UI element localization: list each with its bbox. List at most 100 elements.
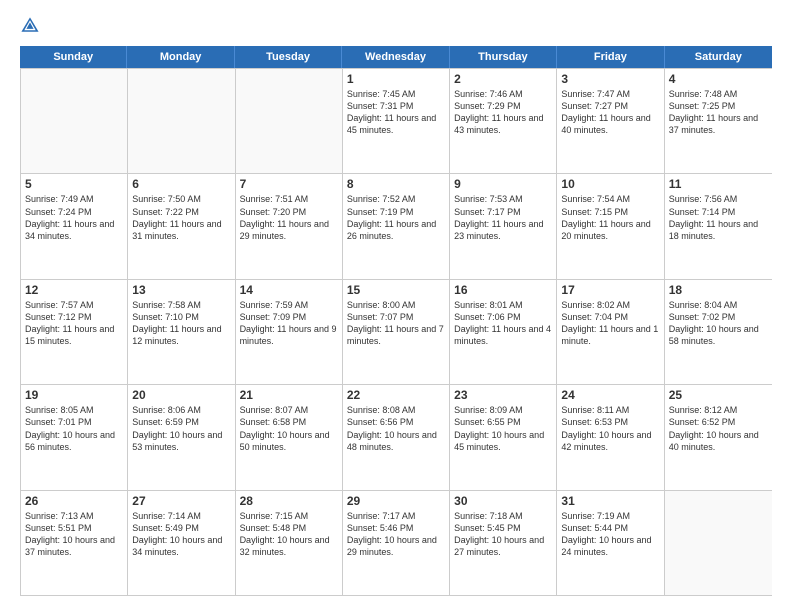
day-info: Sunrise: 8:04 AM Sunset: 7:02 PM Dayligh…	[669, 299, 768, 348]
calendar: SundayMondayTuesdayWednesdayThursdayFrid…	[20, 46, 772, 596]
calendar-header: SundayMondayTuesdayWednesdayThursdayFrid…	[20, 46, 772, 68]
calendar-row: 1Sunrise: 7:45 AM Sunset: 7:31 PM Daylig…	[21, 69, 772, 174]
calendar-cell: 8Sunrise: 7:52 AM Sunset: 7:19 PM Daylig…	[343, 174, 450, 278]
weekday-header: Monday	[127, 46, 234, 68]
day-number: 26	[25, 494, 123, 508]
day-number: 13	[132, 283, 230, 297]
day-number: 6	[132, 177, 230, 191]
day-number: 23	[454, 388, 552, 402]
calendar-cell: 17 Sunrise: 8:02 AM Sunset: 7:04 PM Dayli…	[557, 280, 664, 384]
day-info: Sunrise: 7:53 AM Sunset: 7:17 PM Dayligh…	[454, 193, 552, 242]
calendar-cell: 5 Sunrise: 7:49 AM Sunset: 7:24 PM Daylig…	[21, 174, 128, 278]
day-info: Sunrise: 7:14 AM Sunset: 5:49 PM Dayligh…	[132, 510, 230, 559]
calendar-cell: 31 Sunrise: 7:19 AM Sunset: 5:44 PM Dayli…	[557, 491, 664, 595]
day-number: 8	[347, 177, 445, 191]
calendar-cell: 27 Sunrise: 7:14 AM Sunset: 5:49 PM Dayli…	[128, 491, 235, 595]
day-number: 19	[25, 388, 123, 402]
weekday-header: Wednesday	[342, 46, 449, 68]
day-number: 20	[132, 388, 230, 402]
calendar-cell: 11 Sunrise: 7:56 AM Sunset: 7:14 PM Dayli…	[665, 174, 772, 278]
calendar-row: 5 Sunrise: 7:49 AM Sunset: 7:24 PM Daylig…	[21, 174, 772, 279]
calendar-body: 1Sunrise: 7:45 AM Sunset: 7:31 PM Daylig…	[20, 68, 772, 596]
page: SundayMondayTuesdayWednesdayThursdayFrid…	[0, 0, 792, 612]
day-info: Sunrise: 7:45 AM Sunset: 7:31 PM Dayligh…	[347, 88, 445, 137]
logo-icon	[20, 16, 40, 36]
day-info: Sunrise: 8:05 AM Sunset: 7:01 PM Dayligh…	[25, 404, 123, 453]
day-number: 24	[561, 388, 659, 402]
day-info: Sunrise: 7:17 AM Sunset: 5:46 PM Dayligh…	[347, 510, 445, 559]
day-number: 11	[669, 177, 768, 191]
calendar-cell	[665, 491, 772, 595]
calendar-cell: 29Sunrise: 7:17 AM Sunset: 5:46 PM Dayli…	[343, 491, 450, 595]
day-number: 4	[669, 72, 768, 86]
calendar-cell: 28 Sunrise: 7:15 AM Sunset: 5:48 PM Dayli…	[236, 491, 343, 595]
day-number: 31	[561, 494, 659, 508]
day-info: Sunrise: 7:51 AM Sunset: 7:20 PM Dayligh…	[240, 193, 338, 242]
calendar-cell: 19 Sunrise: 8:05 AM Sunset: 7:01 PM Dayli…	[21, 385, 128, 489]
calendar-cell: 6 Sunrise: 7:50 AM Sunset: 7:22 PM Daylig…	[128, 174, 235, 278]
day-number: 9	[454, 177, 552, 191]
day-info: Sunrise: 8:11 AM Sunset: 6:53 PM Dayligh…	[561, 404, 659, 453]
day-info: Sunrise: 7:50 AM Sunset: 7:22 PM Dayligh…	[132, 193, 230, 242]
day-info: Sunrise: 8:01 AM Sunset: 7:06 PM Dayligh…	[454, 299, 552, 348]
day-number: 7	[240, 177, 338, 191]
weekday-header: Tuesday	[235, 46, 342, 68]
calendar-cell	[21, 69, 128, 173]
calendar-cell: 18 Sunrise: 8:04 AM Sunset: 7:02 PM Dayli…	[665, 280, 772, 384]
calendar-cell: 22 Sunrise: 8:08 AM Sunset: 6:56 PM Dayli…	[343, 385, 450, 489]
day-info: Sunrise: 7:58 AM Sunset: 7:10 PM Dayligh…	[132, 299, 230, 348]
weekday-header: Sunday	[20, 46, 127, 68]
day-info: Sunrise: 8:07 AM Sunset: 6:58 PM Dayligh…	[240, 404, 338, 453]
logo	[20, 16, 44, 36]
calendar-cell: 3 Sunrise: 7:47 AM Sunset: 7:27 PM Daylig…	[557, 69, 664, 173]
calendar-row: 26 Sunrise: 7:13 AM Sunset: 5:51 PM Dayli…	[21, 491, 772, 596]
day-info: Sunrise: 7:19 AM Sunset: 5:44 PM Dayligh…	[561, 510, 659, 559]
day-info: Sunrise: 7:49 AM Sunset: 7:24 PM Dayligh…	[25, 193, 123, 242]
day-number: 21	[240, 388, 338, 402]
day-info: Sunrise: 7:57 AM Sunset: 7:12 PM Dayligh…	[25, 299, 123, 348]
day-number: 18	[669, 283, 768, 297]
calendar-cell: 2Sunrise: 7:46 AM Sunset: 7:29 PM Daylig…	[450, 69, 557, 173]
day-number: 22	[347, 388, 445, 402]
calendar-cell: 7 Sunrise: 7:51 AM Sunset: 7:20 PM Daylig…	[236, 174, 343, 278]
day-number: 5	[25, 177, 123, 191]
day-info: Sunrise: 8:00 AM Sunset: 7:07 PM Dayligh…	[347, 299, 445, 348]
calendar-cell: 10Sunrise: 7:54 AM Sunset: 7:15 PM Dayli…	[557, 174, 664, 278]
day-info: Sunrise: 7:13 AM Sunset: 5:51 PM Dayligh…	[25, 510, 123, 559]
day-number: 3	[561, 72, 659, 86]
calendar-cell: 16Sunrise: 8:01 AM Sunset: 7:06 PM Dayli…	[450, 280, 557, 384]
day-info: Sunrise: 7:46 AM Sunset: 7:29 PM Dayligh…	[454, 88, 552, 137]
day-number: 15	[347, 283, 445, 297]
calendar-row: 19 Sunrise: 8:05 AM Sunset: 7:01 PM Dayli…	[21, 385, 772, 490]
calendar-cell: 20Sunrise: 8:06 AM Sunset: 6:59 PM Dayli…	[128, 385, 235, 489]
calendar-cell: 21 Sunrise: 8:07 AM Sunset: 6:58 PM Dayli…	[236, 385, 343, 489]
calendar-cell: 12Sunrise: 7:57 AM Sunset: 7:12 PM Dayli…	[21, 280, 128, 384]
day-number: 14	[240, 283, 338, 297]
calendar-cell: 23 Sunrise: 8:09 AM Sunset: 6:55 PM Dayli…	[450, 385, 557, 489]
day-number: 27	[132, 494, 230, 508]
day-info: Sunrise: 7:15 AM Sunset: 5:48 PM Dayligh…	[240, 510, 338, 559]
header	[20, 16, 772, 36]
day-info: Sunrise: 7:59 AM Sunset: 7:09 PM Dayligh…	[240, 299, 338, 348]
calendar-cell	[236, 69, 343, 173]
calendar-cell: 13 Sunrise: 7:58 AM Sunset: 7:10 PM Dayli…	[128, 280, 235, 384]
calendar-cell: 30Sunrise: 7:18 AM Sunset: 5:45 PM Dayli…	[450, 491, 557, 595]
calendar-cell	[128, 69, 235, 173]
day-number: 17	[561, 283, 659, 297]
calendar-cell: 1Sunrise: 7:45 AM Sunset: 7:31 PM Daylig…	[343, 69, 450, 173]
day-info: Sunrise: 8:08 AM Sunset: 6:56 PM Dayligh…	[347, 404, 445, 453]
day-number: 28	[240, 494, 338, 508]
day-info: Sunrise: 7:48 AM Sunset: 7:25 PM Dayligh…	[669, 88, 768, 137]
calendar-cell: 25 Sunrise: 8:12 AM Sunset: 6:52 PM Dayli…	[665, 385, 772, 489]
day-number: 25	[669, 388, 768, 402]
day-info: Sunrise: 7:56 AM Sunset: 7:14 PM Dayligh…	[669, 193, 768, 242]
calendar-cell: 24 Sunrise: 8:11 AM Sunset: 6:53 PM Dayli…	[557, 385, 664, 489]
day-info: Sunrise: 8:02 AM Sunset: 7:04 PM Dayligh…	[561, 299, 659, 348]
calendar-row: 12Sunrise: 7:57 AM Sunset: 7:12 PM Dayli…	[21, 280, 772, 385]
day-info: Sunrise: 8:09 AM Sunset: 6:55 PM Dayligh…	[454, 404, 552, 453]
day-info: Sunrise: 7:47 AM Sunset: 7:27 PM Dayligh…	[561, 88, 659, 137]
calendar-cell: 9 Sunrise: 7:53 AM Sunset: 7:17 PM Daylig…	[450, 174, 557, 278]
day-number: 10	[561, 177, 659, 191]
day-info: Sunrise: 8:12 AM Sunset: 6:52 PM Dayligh…	[669, 404, 768, 453]
calendar-cell: 26 Sunrise: 7:13 AM Sunset: 5:51 PM Dayli…	[21, 491, 128, 595]
